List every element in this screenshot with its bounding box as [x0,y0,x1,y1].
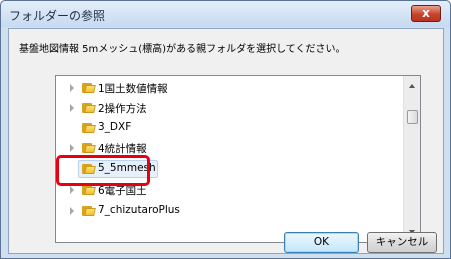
tree-item-label: 4統計情報 [98,143,147,155]
vertical-scrollbar[interactable] [403,76,420,242]
red-annotation-box [56,155,150,186]
window-title: フォルダーの参照 [9,9,106,23]
expand-arrow-icon[interactable] [70,207,74,215]
folder-icon [82,82,96,93]
tree-item-2[interactable]: 2操作方法 [56,99,403,117]
expand-arrow-icon[interactable] [70,104,74,112]
scroll-thumb[interactable] [407,110,418,124]
folder-icon [82,122,96,133]
tree-item-label: 1国土数値情報 [98,83,168,95]
folder-icon [82,142,96,153]
folder-icon [82,205,96,216]
dialog-body: 基盤地図情報 5mメッシュ(標高)がある親フォルダを選択してください。 1国土数… [8,28,444,254]
tree-item-7[interactable]: 7_chizutaroPlus [56,202,403,220]
tree-item-label: 7_chizutaroPlus [98,204,180,216]
expand-arrow-icon[interactable] [70,186,74,194]
browse-folder-dialog: フォルダーの参照 x 基盤地図情報 5mメッシュ(標高)がある親フォルダを選択し… [0,0,451,259]
tree-item-label: 2操作方法 [98,103,147,115]
expand-arrow-icon[interactable] [70,144,74,152]
scroll-up-arrow-icon[interactable] [409,84,415,88]
folder-icon [82,102,96,113]
instruction-text: 基盤地図情報 5mメッシュ(標高)がある親フォルダを選択してください。 [19,44,346,55]
ok-button[interactable]: OK [284,232,359,253]
title-bar[interactable]: フォルダーの参照 x [1,1,450,27]
tree-item-label: 3_DXF [98,121,132,133]
tree-item-1[interactable]: 1国土数値情報 [56,79,403,97]
cancel-button[interactable]: キャンセル [367,232,437,253]
close-button[interactable]: x [411,5,441,22]
expand-arrow-icon[interactable] [70,84,74,92]
tree-item-3[interactable]: 3_DXF [56,119,403,137]
